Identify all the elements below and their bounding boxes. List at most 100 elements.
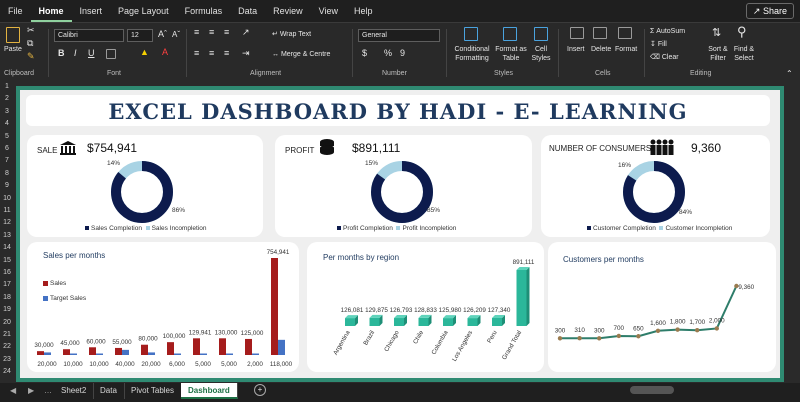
separator (352, 29, 353, 77)
row-number[interactable]: 22 (0, 343, 14, 350)
menu-formulas[interactable]: Formulas (177, 0, 231, 22)
row-number[interactable]: 23 (0, 356, 14, 363)
horizontal-scrollbar[interactable] (630, 386, 674, 394)
insert-cells-icon (570, 27, 584, 39)
comma-button[interactable]: 9 (400, 49, 405, 58)
menu-view[interactable]: View (311, 0, 346, 22)
align-left-icon[interactable]: ≡ (194, 49, 199, 58)
share-button[interactable]: ↗ Share (745, 3, 794, 19)
row-number[interactable]: 16 (0, 269, 14, 276)
clear-button[interactable]: ⌫ Clear (650, 53, 679, 62)
row-number[interactable]: 14 (0, 244, 14, 251)
cell-styles-button[interactable]: Cell Styles (530, 45, 552, 63)
row-number[interactable]: 4 (0, 120, 14, 127)
align-middle-icon[interactable]: ≡ (209, 28, 214, 37)
number-format-box[interactable]: General (358, 29, 440, 42)
scroll-left-icon[interactable]: ◀ (10, 386, 16, 395)
menu-home[interactable]: Home (30, 0, 72, 22)
row-number[interactable]: 19 (0, 306, 14, 313)
insert-cells-button[interactable]: Insert (567, 45, 585, 54)
copy-icon[interactable]: ⧉ (27, 39, 33, 48)
row-number[interactable]: 6 (0, 145, 14, 152)
paste-icon[interactable] (6, 27, 20, 43)
menu-review[interactable]: Review (265, 0, 311, 22)
wrap-text-button[interactable]: ↵ Wrap Text (272, 30, 311, 39)
menu-help[interactable]: Help (346, 0, 381, 22)
target-sales-bar (174, 353, 181, 355)
grow-font-icon[interactable]: Aˆ (158, 30, 167, 39)
fill-label: Fill (657, 41, 667, 48)
delete-cells-button[interactable]: Delete (591, 45, 611, 54)
format-cells-icon (618, 27, 632, 39)
fill-button[interactable]: ↧ Fill (650, 40, 667, 49)
sheet-tab-dashboard[interactable]: Dashboard (181, 383, 238, 399)
underline-button[interactable]: U (88, 49, 95, 58)
row-number[interactable]: 21 (0, 331, 14, 338)
percent-button[interactable]: % (384, 49, 392, 58)
collapse-ribbon-icon[interactable]: ⌃ (786, 69, 793, 78)
row-number[interactable]: 7 (0, 157, 14, 164)
sales-chart-card: Sales per months Sales Target Sales 30,0… (27, 242, 299, 372)
row-headers: 1 2 3 4 5 6 7 8 9 10 11 12 13 14 15 16 17 18 19 20 21 22 23 24 (0, 83, 14, 383)
menu-file[interactable]: File (0, 0, 31, 22)
menu-insert[interactable]: Insert (72, 0, 111, 22)
region-bar (443, 318, 453, 326)
row-number[interactable]: 15 (0, 257, 14, 264)
conditional-formatting-button[interactable]: Conditional Formatting (452, 45, 492, 63)
row-number[interactable]: 1 (0, 83, 14, 90)
font-color-icon[interactable]: A (162, 48, 168, 57)
cut-icon[interactable]: ✂ (27, 26, 35, 35)
row-number[interactable]: 13 (0, 232, 14, 239)
row-number[interactable]: 20 (0, 319, 14, 326)
row-number[interactable]: 24 (0, 368, 14, 375)
scroll-right-icon[interactable]: ▶ (28, 386, 34, 395)
sort-filter-button[interactable]: Sort & Filter (706, 45, 730, 63)
borders-icon[interactable] (106, 49, 116, 59)
align-bottom-icon[interactable]: ≡ (224, 28, 229, 37)
format-painter-icon[interactable]: ✎ (27, 52, 35, 61)
sheet-tab-pivot-tables[interactable]: Pivot Tables (124, 383, 182, 399)
row-number[interactable]: 10 (0, 195, 14, 202)
customers-point (655, 328, 661, 333)
row-number[interactable]: 3 (0, 108, 14, 115)
row-number[interactable]: 18 (0, 294, 14, 301)
indent-icon[interactable]: ⇥ (242, 49, 250, 58)
currency-button[interactable]: $ (362, 49, 367, 58)
row-number[interactable]: 11 (0, 207, 14, 214)
bold-button[interactable]: B (58, 49, 65, 58)
more-sheets-icon[interactable]: … (44, 386, 52, 395)
merge-center-button[interactable]: ↔ Merge & Centre (272, 50, 330, 59)
target-data-label: 20,000 (141, 361, 161, 368)
italic-button[interactable]: I (74, 49, 77, 58)
font-name-box[interactable]: Calibri (54, 29, 124, 42)
format-as-table-button[interactable]: Format as Table (494, 45, 528, 63)
row-number[interactable]: 2 (0, 95, 14, 102)
align-top-icon[interactable]: ≡ (194, 28, 199, 37)
row-number[interactable]: 9 (0, 182, 14, 189)
search-icon: ⚲ (737, 24, 747, 39)
align-center-icon[interactable]: ≡ (209, 49, 214, 58)
target-data-label: 40,000 (115, 361, 135, 368)
format-cells-button[interactable]: Format (615, 45, 637, 54)
autosum-button[interactable]: Σ AutoSum (650, 27, 685, 36)
menu-data[interactable]: Data (230, 0, 265, 22)
row-number[interactable]: 17 (0, 281, 14, 288)
row-number[interactable]: 12 (0, 219, 14, 226)
menu-bar: File Home Insert Page Layout Formulas Da… (0, 0, 800, 22)
menu-page-layout[interactable]: Page Layout (110, 0, 177, 22)
row-number[interactable]: 8 (0, 170, 14, 177)
sheet-tab-sheet2[interactable]: Sheet2 (54, 383, 95, 399)
fill-color-icon[interactable]: ▲ (140, 48, 149, 57)
row-number[interactable]: 5 (0, 133, 14, 140)
region-data-label: 129,875 (365, 307, 388, 314)
paste-button[interactable]: Paste (4, 45, 22, 54)
align-right-icon[interactable]: ≡ (224, 49, 229, 58)
add-sheet-icon[interactable]: + (254, 384, 266, 396)
orientation-icon[interactable]: ↗ (242, 28, 250, 37)
sales-data-label: 55,000 (112, 339, 132, 346)
sheet-tab-data[interactable]: Data (93, 383, 125, 399)
find-select-button[interactable]: Find & Select (731, 45, 757, 63)
region-bar (516, 270, 527, 326)
font-size-box[interactable]: 12 (127, 29, 153, 42)
shrink-font-icon[interactable]: Aˇ (172, 30, 180, 39)
